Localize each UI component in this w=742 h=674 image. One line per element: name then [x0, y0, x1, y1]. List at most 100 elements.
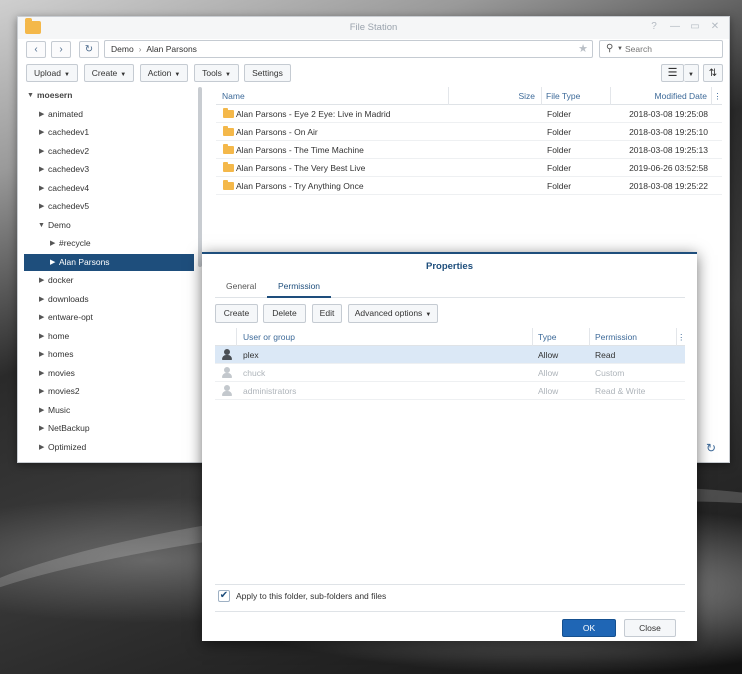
caret-right-icon[interactable]: ▶ [39, 402, 44, 419]
tree-item[interactable]: ▶ home [24, 328, 194, 345]
ok-button[interactable]: OK [562, 619, 616, 637]
caret-right-icon[interactable]: ▶ [39, 161, 44, 178]
settings-button-label: Settings [252, 68, 283, 78]
file-row[interactable]: Alan Parsons - On Air Folder 2018-03-08 … [216, 123, 722, 141]
caret-right-icon[interactable]: ▶ [50, 235, 55, 252]
action-button[interactable]: Action ▼ [140, 64, 188, 82]
close-icon[interactable]: ✕ [709, 21, 721, 33]
tree-item-label: cachedev3 [48, 164, 90, 174]
column-options-icon[interactable]: ⋮ [677, 328, 686, 346]
breadcrumb-alan-parsons[interactable]: Alan Parsons [146, 44, 197, 54]
view-mode-button[interactable]: ☰ [661, 64, 684, 82]
sort-button[interactable]: ⇅ [703, 64, 723, 82]
create-button[interactable]: Create ▼ [84, 64, 134, 82]
tree-item-label: animated [48, 109, 83, 119]
column-file-type[interactable]: File Type [542, 87, 611, 105]
file-name: Alan Parsons - On Air [236, 127, 318, 137]
column-size[interactable]: Size [449, 87, 542, 105]
caret-right-icon[interactable]: ▶ [39, 439, 44, 456]
column-user-or-group[interactable]: User or group [237, 328, 533, 346]
tree-item[interactable]: ▶ docker [24, 272, 194, 289]
tree-item[interactable]: ▶ cachedev4 [24, 180, 194, 197]
file-row[interactable]: Alan Parsons - The Time Machine Folder 2… [216, 141, 722, 159]
settings-button[interactable]: Settings [244, 64, 291, 82]
maximize-icon[interactable]: ▭ [689, 21, 701, 33]
file-row[interactable]: Alan Parsons - The Very Best Live Folder… [216, 159, 722, 177]
tree-item[interactable]: ▶ animated [24, 106, 194, 123]
refresh-icon[interactable]: ↻ [706, 441, 716, 455]
column-type[interactable]: Type [533, 328, 590, 346]
caret-right-icon[interactable]: ▶ [50, 254, 55, 271]
back-button[interactable]: ‹ [26, 41, 46, 58]
tab-general[interactable]: General [215, 276, 267, 298]
file-row[interactable]: Alan Parsons - Try Anything Once Folder … [216, 177, 722, 195]
minimize-icon[interactable]: — [669, 21, 681, 33]
apply-checkbox[interactable]: ✔ [218, 590, 230, 602]
permission-row[interactable]: chuck Allow Custom [215, 364, 685, 382]
tree-item[interactable]: ▶ movies [24, 365, 194, 382]
permission-type: Allow [538, 386, 559, 396]
tree-item-demo[interactable]: ▼ Demo [24, 217, 194, 234]
tab-permission[interactable]: Permission [267, 276, 332, 298]
upload-button[interactable]: Upload ▼ [26, 64, 78, 82]
folder-icon [223, 162, 234, 172]
column-modified-date[interactable]: Modified Date [611, 87, 712, 105]
permission-row[interactable]: administrators Allow Read & Write [215, 382, 685, 400]
caret-right-icon[interactable]: ▶ [39, 124, 44, 141]
delete-permission-button[interactable]: Delete [263, 304, 306, 323]
search-input[interactable] [625, 42, 719, 56]
caret-right-icon[interactable]: ▶ [39, 420, 44, 437]
tree-item-label: Demo [48, 220, 71, 230]
caret-right-icon[interactable]: ▶ [39, 346, 44, 363]
refresh-button[interactable]: ↻ [79, 41, 99, 58]
path-bar[interactable]: Demo › Alan Parsons ★ [104, 40, 593, 58]
tree-item[interactable]: ▶ Optimized [24, 439, 194, 456]
breadcrumb-demo[interactable]: Demo [111, 44, 134, 54]
tree-item[interactable]: ▶ cachedev5 [24, 198, 194, 215]
tree-item[interactable]: ▶ entware-opt [24, 309, 194, 326]
file-modified: 2018-03-08 19:25:10 [629, 127, 708, 137]
caret-right-icon[interactable]: ▶ [39, 383, 44, 400]
tree-item-alan-parsons[interactable]: ▶ Alan Parsons [24, 254, 194, 271]
tree-item[interactable]: ▶ cachedev3 [24, 161, 194, 178]
tree-item[interactable]: ▶ cachedev2 [24, 143, 194, 160]
caret-right-icon[interactable]: ▶ [39, 143, 44, 160]
search-box[interactable]: ⚲ ▼ [599, 40, 723, 58]
caret-down-icon[interactable]: ▼ [27, 87, 34, 104]
forward-button[interactable]: › [51, 41, 71, 58]
tools-button[interactable]: Tools ▼ [194, 64, 239, 82]
column-permission[interactable]: Permission [590, 328, 677, 346]
column-options-icon[interactable]: ⋮ [713, 87, 722, 105]
chevron-down-icon[interactable]: ▼ [617, 41, 623, 57]
tree-root[interactable]: ▼ moesern [24, 87, 194, 104]
column-name[interactable]: Name [216, 87, 449, 105]
tree-item[interactable]: ▶ downloads [24, 291, 194, 308]
caret-right-icon[interactable]: ▶ [39, 291, 44, 308]
caret-right-icon[interactable]: ▶ [39, 272, 44, 289]
title-bar[interactable]: File Station ? — ▭ ✕ [18, 17, 729, 39]
tree-item[interactable]: ▶ #recycle [24, 235, 194, 252]
close-button[interactable]: Close [624, 619, 676, 637]
tree-scrollbar[interactable] [198, 87, 202, 267]
permission-row[interactable]: plex Allow Read [215, 346, 685, 364]
tree-item[interactable]: ▶ homes [24, 346, 194, 363]
star-icon[interactable]: ★ [578, 41, 588, 57]
advanced-options-button[interactable]: Advanced options ▼ [348, 304, 438, 323]
caret-right-icon[interactable]: ▶ [39, 180, 44, 197]
caret-right-icon[interactable]: ▶ [39, 365, 44, 382]
caret-right-icon[interactable]: ▶ [39, 106, 44, 123]
view-mode-dropdown[interactable]: ▼ [684, 64, 699, 82]
tree-item[interactable]: ▶ cachedev1 [24, 124, 194, 141]
edit-permission-button[interactable]: Edit [312, 304, 342, 323]
caret-right-icon[interactable]: ▶ [39, 198, 44, 215]
tree-item[interactable]: ▶ Music [24, 402, 194, 419]
caret-down-icon[interactable]: ▼ [38, 217, 45, 234]
tree-item[interactable]: ▶ NetBackup [24, 420, 194, 437]
tree-item[interactable]: ▶ movies2 [24, 383, 194, 400]
file-row[interactable]: Alan Parsons - Eye 2 Eye: Live in Madrid… [216, 105, 722, 123]
caret-right-icon[interactable]: ▶ [39, 309, 44, 326]
tree-item-label: homes [48, 349, 74, 359]
create-permission-button[interactable]: Create [215, 304, 258, 323]
help-icon[interactable]: ? [648, 21, 660, 33]
caret-right-icon[interactable]: ▶ [39, 328, 44, 345]
